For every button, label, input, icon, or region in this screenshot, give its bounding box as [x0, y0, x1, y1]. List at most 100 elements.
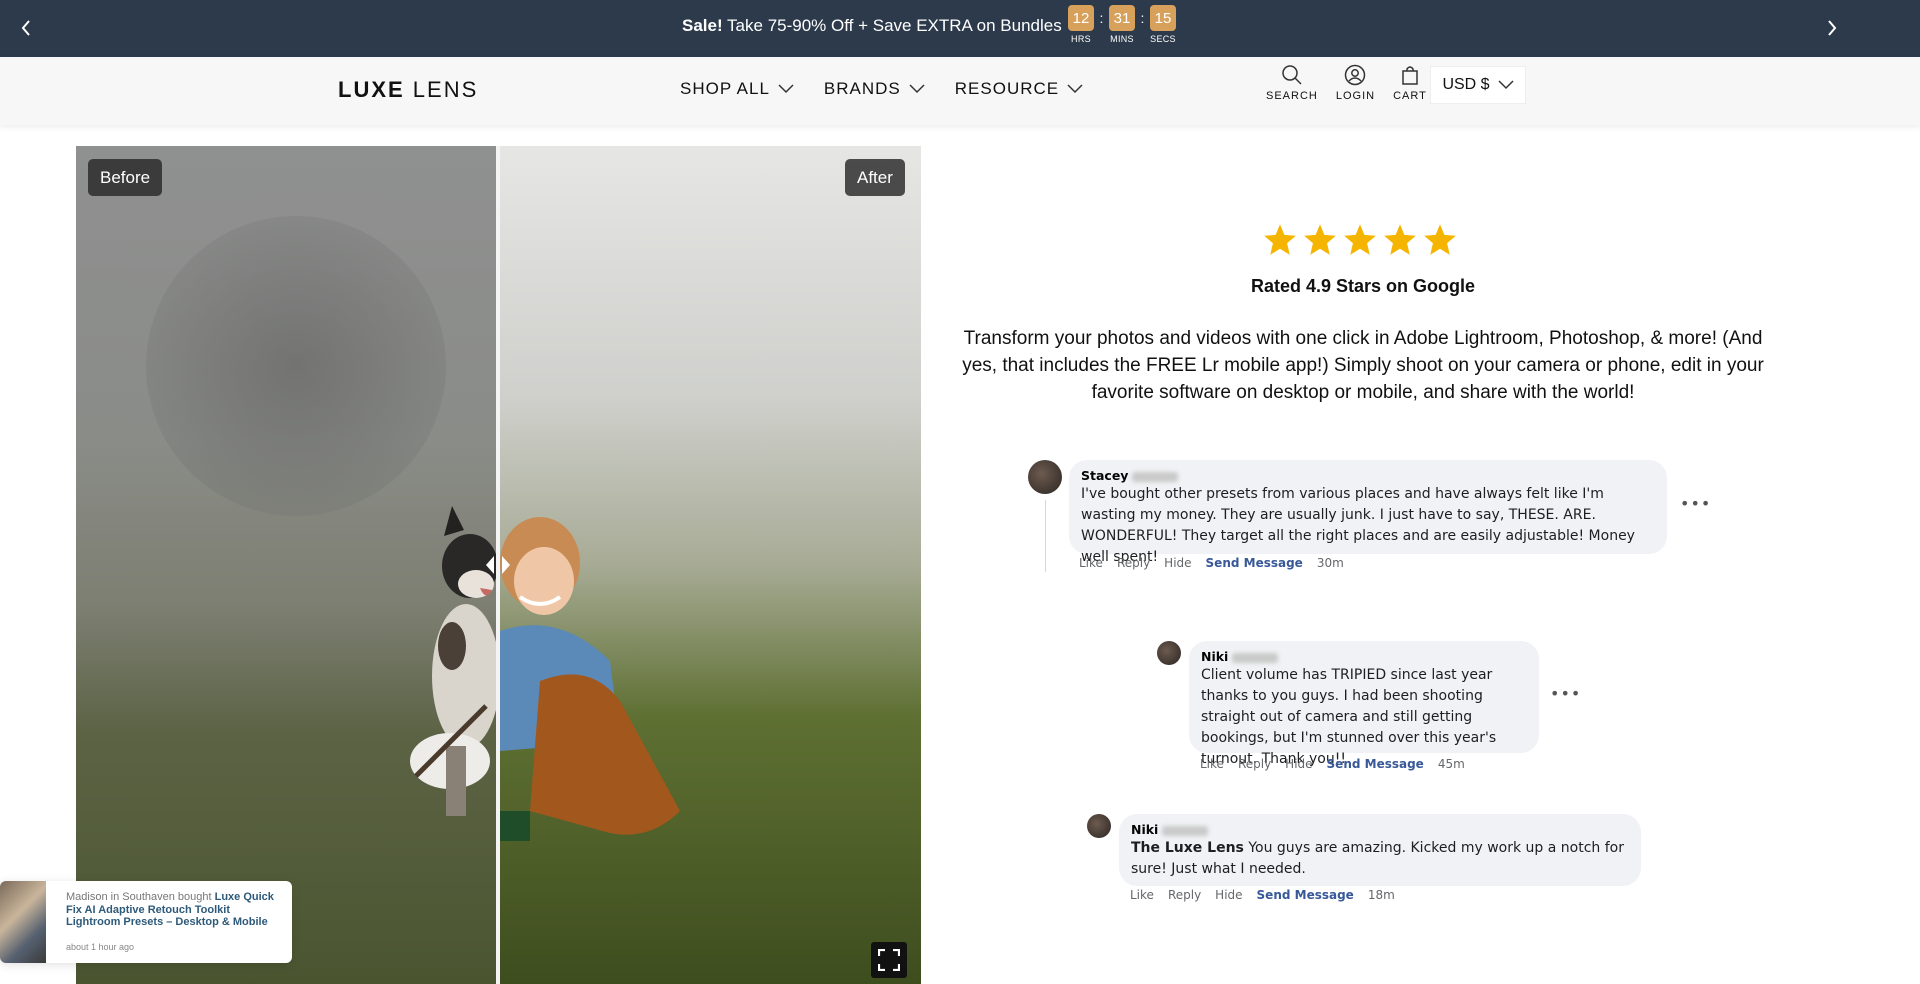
- chevron-down-icon: [778, 84, 794, 94]
- search-button[interactable]: SEARCH: [1266, 64, 1318, 102]
- arrow-left-icon: [486, 556, 494, 574]
- product-thumbnail: [0, 881, 46, 963]
- reply-link[interactable]: Reply: [1238, 757, 1271, 771]
- commenter-name-text: Stacey: [1081, 468, 1129, 483]
- purchase-time: about 1 hour ago: [66, 942, 135, 952]
- nav-label: BRANDS: [823, 79, 901, 98]
- chevron-down-icon: [909, 84, 925, 94]
- thread-line: [1045, 500, 1046, 572]
- star-icon: [1264, 224, 1296, 255]
- after-photo: [500, 146, 921, 984]
- chevron-left-icon: [21, 20, 30, 36]
- previous-announcement-button[interactable]: [14, 16, 38, 40]
- login-label: LOGIN: [1335, 90, 1376, 102]
- nav-shop-all[interactable]: SHOP ALL: [680, 79, 794, 99]
- comment-text: Client volume has TRIPIED since last yea…: [1201, 667, 1497, 767]
- sale-label: Sale!: [682, 16, 723, 35]
- send-message-link[interactable]: Send Message: [1257, 888, 1354, 902]
- header-icons: SEARCH LOGIN CART: [1266, 64, 1427, 102]
- sale-text: Take 75-90% Off + Save EXTRA on Bundles: [722, 16, 1062, 35]
- comment-time: 18m: [1367, 888, 1395, 902]
- timer-hours-label: HRS: [1071, 34, 1091, 44]
- chevron-down-icon: [1498, 80, 1514, 90]
- review-comment: Stacey I've bought other presets from va…: [1028, 460, 1710, 580]
- timer-mins-label: MINS: [1110, 34, 1134, 44]
- next-announcement-button[interactable]: [1820, 16, 1844, 40]
- rating-text: Rated 4.9 Stars on Google: [1250, 276, 1476, 296]
- comment-bubble: Niki Client volume has TRIPIED since las…: [1189, 641, 1539, 767]
- hide-link[interactable]: Hide: [1215, 888, 1242, 902]
- recent-purchase-popup[interactable]: Madison in Southaven bought Luxe Quick F…: [0, 881, 292, 963]
- timer-hours: 12 HRS: [1065, 5, 1097, 44]
- comment-actions: Like Reply Hide Send Message 30m: [1079, 556, 1344, 570]
- before-label: Before: [88, 159, 163, 196]
- commenter-name-text: Niki: [1201, 649, 1229, 664]
- hide-link[interactable]: Hide: [1164, 556, 1191, 570]
- main-nav: SHOP ALL BRANDS RESOURCE: [680, 79, 1083, 99]
- fog-trees: [146, 216, 446, 516]
- commenter-name: Stacey: [1081, 468, 1655, 484]
- send-message-link[interactable]: Send Message: [1327, 757, 1424, 771]
- reply-link[interactable]: Reply: [1117, 556, 1150, 570]
- commenter-name: Niki: [1201, 649, 1527, 665]
- product-description: Transform your photos and videos with on…: [962, 328, 1764, 403]
- nav-resource[interactable]: RESOURCE: [955, 79, 1083, 99]
- before-after-slider[interactable]: Before After: [76, 146, 921, 984]
- arrow-right-icon: [502, 556, 510, 574]
- purchase-text: Madison in Southaven bought Luxe Quick F…: [66, 891, 278, 929]
- login-button[interactable]: LOGIN: [1336, 64, 1375, 102]
- site-header: LUXE LENS SHOP ALL BRANDS RESOURCE SEARC…: [0, 57, 1920, 125]
- comment-actions: Like Reply Hide Send Message 45m: [1200, 757, 1465, 771]
- currency-value: USD $: [1442, 76, 1490, 93]
- timer-secs: 15 SECS: [1147, 5, 1179, 44]
- cart-label: CART: [1393, 90, 1427, 102]
- timer-hours-value: 12: [1068, 5, 1094, 31]
- comment-actions: Like Reply Hide Send Message 18m: [1130, 888, 1395, 902]
- blurred-surname: [1162, 825, 1209, 836]
- review-comment: Niki The Luxe Lens You guys are amazing.…: [1087, 814, 1647, 914]
- expand-icon: [878, 949, 900, 971]
- announcement-text: Sale! Take 75-90% Off + Save EXTRA on Bu…: [682, 16, 1062, 36]
- review-comment: Niki Client volume has TRIPIED since las…: [1157, 641, 1580, 771]
- purchase-prefix: Madison in Southaven bought: [66, 891, 215, 903]
- star-icon: [1344, 224, 1376, 255]
- avatar: [1028, 460, 1062, 494]
- more-options-icon[interactable]: •••: [1550, 684, 1581, 703]
- send-message-link[interactable]: Send Message: [1206, 556, 1303, 570]
- star-icon: [1304, 224, 1336, 255]
- comment-text-wrapper: The Luxe Lens You guys are amazing. Kick…: [1131, 838, 1629, 880]
- search-icon: [1282, 65, 1302, 85]
- cart-button[interactable]: CART: [1393, 64, 1427, 102]
- tagged-page[interactable]: The Luxe Lens: [1131, 840, 1244, 856]
- timer-separator: :: [1140, 10, 1145, 26]
- nav-label: SHOP ALL: [680, 79, 770, 98]
- hide-link[interactable]: Hide: [1285, 757, 1312, 771]
- blurred-surname: [1132, 471, 1179, 482]
- comment-time: 30m: [1316, 556, 1344, 570]
- fullscreen-button[interactable]: [871, 942, 907, 978]
- user-icon: [1345, 64, 1366, 86]
- announcement-bar: Sale! Take 75-90% Off + Save EXTRA on Bu…: [0, 0, 1920, 57]
- site-logo[interactable]: LUXE LENS: [338, 77, 478, 103]
- like-link[interactable]: Like: [1079, 556, 1103, 570]
- before-photo: [76, 146, 500, 984]
- more-options-icon[interactable]: •••: [1680, 494, 1711, 513]
- like-link[interactable]: Like: [1200, 757, 1224, 771]
- avatar: [1157, 641, 1181, 665]
- comment-time: 45m: [1437, 757, 1465, 771]
- countdown-timer: 12 HRS : 31 MINS : 15 SECS: [1065, 5, 1179, 44]
- currency-selector[interactable]: USD $: [1430, 66, 1526, 104]
- reply-link[interactable]: Reply: [1168, 888, 1201, 902]
- timer-secs-value: 15: [1150, 5, 1176, 31]
- timer-mins-value: 31: [1109, 5, 1135, 31]
- commenter-name: Niki: [1131, 822, 1629, 838]
- slider-handle[interactable]: [482, 554, 514, 576]
- comment-bubble: Stacey I've bought other presets from va…: [1069, 460, 1667, 565]
- logo-light-text: LENS: [404, 77, 479, 102]
- like-link[interactable]: Like: [1130, 888, 1154, 902]
- rating-stars: [1262, 222, 1458, 258]
- chevron-right-icon: [1828, 20, 1837, 36]
- star-icon: [1384, 224, 1416, 255]
- timer-mins: 31 MINS: [1106, 5, 1138, 44]
- nav-brands[interactable]: BRANDS: [824, 79, 925, 99]
